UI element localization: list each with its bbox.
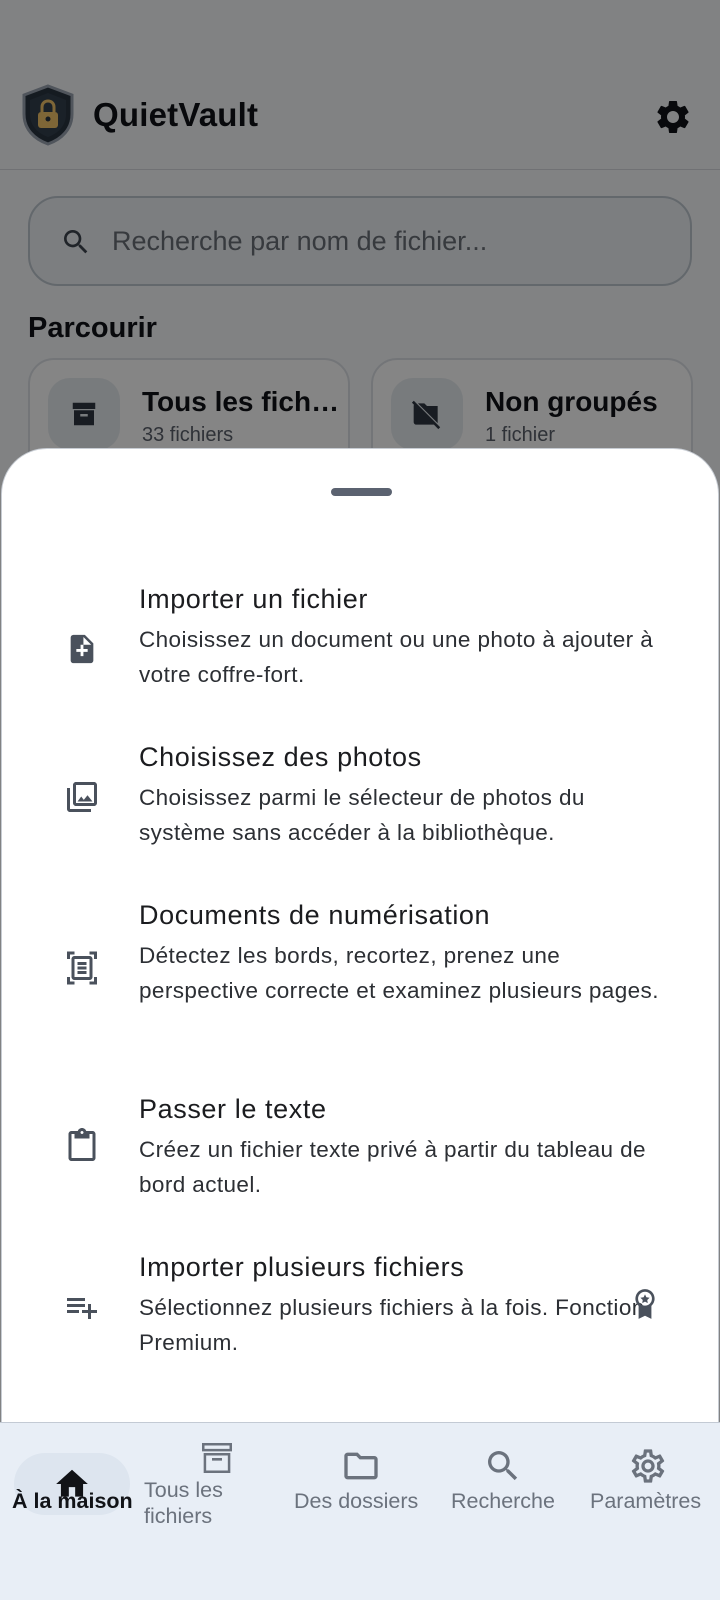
nav-item-settings[interactable]: Paramètres [578,1423,720,1600]
nav-item-folders[interactable]: Des dossiers [290,1423,434,1600]
folder-icon [338,1443,384,1489]
option-description: Créez un fichier texte privé à partir du… [139,1137,646,1197]
option-description: Détectez les bords, recortez, prenez une… [139,943,659,1003]
search-icon [480,1443,526,1489]
nav-item-all-files[interactable]: Tous les fichiers [144,1423,290,1600]
nav-label: Des dossiers [294,1489,419,1513]
option-import-file[interactable]: Importer un fichier Choisissez un docume… [2,584,718,694]
option-description: Choisissez un document ou une photo à aj… [139,627,654,687]
nav-label: Recherche [451,1489,555,1513]
archive-icon [194,1435,240,1481]
document-scanner-icon [62,948,102,988]
option-description: Choisissez parmi le sélecteur de photos … [139,785,585,845]
drag-handle[interactable] [331,488,392,496]
option-paste-text[interactable]: Passer le texte Créez un fichier texte p… [2,1094,718,1204]
bottom-navigation: À la maison Tous les fichiers Des dossie… [0,1422,720,1600]
nav-label: À la maison [12,1489,133,1513]
premium-badge-icon [635,1289,655,1319]
nav-item-search[interactable]: Recherche [434,1423,578,1600]
option-title: Importer plusieurs fichiers [139,1252,465,1282]
settings-icon [625,1443,671,1489]
nav-label: Paramètres [590,1489,702,1513]
option-title: Choisissez des photos [139,742,422,772]
option-title: Importer un fichier [139,584,368,614]
option-title: Documents de numérisation [139,900,491,930]
add-options-bottom-sheet: Importer un fichier Choisissez un docume… [1,448,719,1448]
option-scan-documents[interactable]: Documents de numérisation Détectez les b… [2,900,718,1040]
playlist-add-icon [62,1287,102,1327]
option-title: Passer le texte [139,1094,327,1124]
nav-label: Tous les fichiers [144,1478,223,1528]
nav-item-home[interactable]: À la maison [0,1423,144,1600]
option-choose-photos[interactable]: Choisissez des photos Choisissez parmi l… [2,742,718,852]
photo-library-icon [62,777,102,817]
option-import-multiple[interactable]: Importer plusieurs fichiers Sélectionnez… [2,1252,718,1362]
clipboard-icon [62,1126,102,1166]
file-add-icon [62,629,102,669]
option-description: Sélectionnez plusieurs fichiers à la foi… [139,1295,645,1355]
